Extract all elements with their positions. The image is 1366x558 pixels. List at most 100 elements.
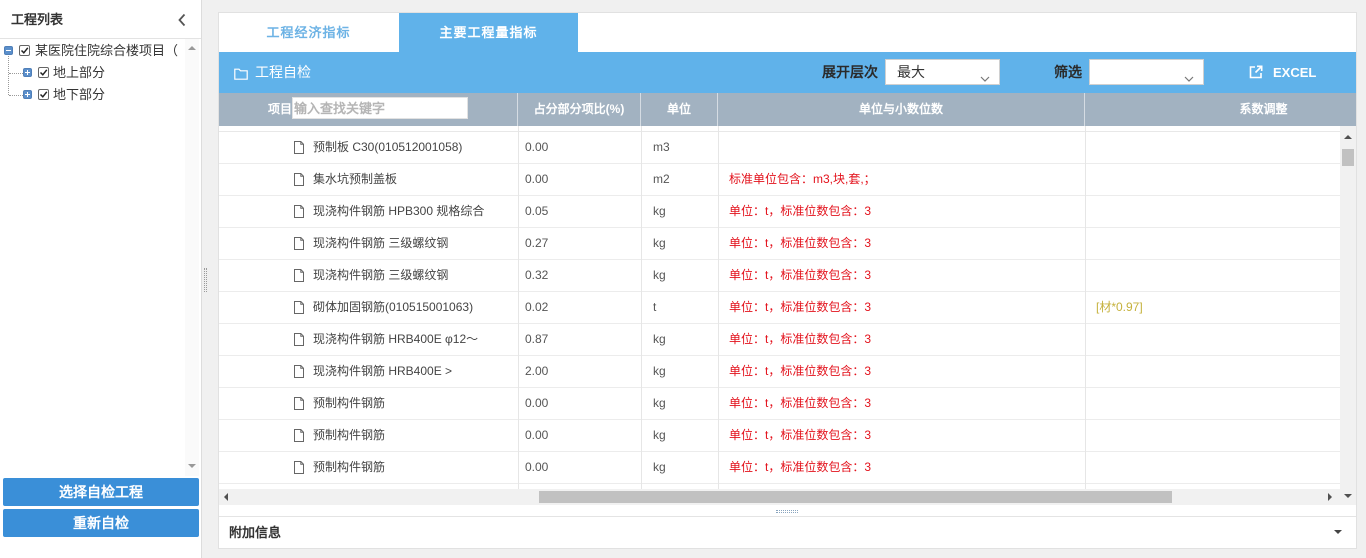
toolbar-title: 工程自检	[255, 64, 311, 80]
table-row[interactable]: 砌体加固钢筋(010515001063) 0.02 t 单位：t，标准位数包含：3 [材…	[219, 292, 1340, 324]
column-header-unit[interactable]: 单位	[641, 93, 718, 126]
row-unit: m3	[653, 140, 670, 154]
row-ratio: 0.00	[525, 396, 549, 410]
row-item-name: 现浇构件钢筋 三级螺纹钢	[313, 268, 449, 282]
tree-expand-icon[interactable]	[23, 68, 32, 77]
vertical-splitter-handle[interactable]	[204, 268, 207, 292]
table-row[interactable]: 现浇构件钢筋 HRB400E φ12～ 0.87 kg 单位：t，标准位数包含：3	[219, 324, 1340, 356]
document-icon	[293, 300, 305, 315]
project-list-panel: 工程列表 某医院住院综合楼项目（ 地上部分 地下部分 选择自检工程 重新自检	[0, 0, 202, 558]
document-icon	[293, 204, 305, 219]
column-divider	[518, 126, 519, 489]
search-input[interactable]	[292, 97, 468, 119]
filter-select[interactable]	[1089, 59, 1204, 85]
table-row[interactable]: 现浇构件钢筋 三级螺纹钢 0.32 kg 单位：t，标准位数包含：3	[219, 260, 1340, 292]
row-ratio: 0.00	[525, 140, 549, 154]
row-item-name: 现浇构件钢筋 HPB300 规格综合	[313, 204, 485, 218]
caret-down-icon[interactable]	[1334, 530, 1342, 534]
document-icon	[293, 172, 305, 187]
row-ratio: 0.27	[525, 236, 549, 250]
tree-expand-icon[interactable]	[23, 90, 32, 99]
vertical-scroll-thumb[interactable]	[1342, 149, 1354, 166]
select-project-button[interactable]: 选择自检工程	[3, 478, 199, 506]
chevron-left-icon[interactable]	[177, 13, 187, 27]
tree-connector	[9, 95, 23, 96]
row-unit: kg	[653, 364, 666, 378]
column-divider	[1085, 126, 1086, 489]
chevron-down-icon	[1184, 69, 1194, 82]
recheck-button[interactable]: 重新自检	[3, 509, 199, 537]
row-unit-check: 标准单位包含：m3,块,套,；	[729, 172, 876, 186]
row-unit-check: 单位：t，标准位数包含：3	[729, 460, 872, 474]
additional-info-panel[interactable]: 附加信息	[219, 516, 1356, 548]
scroll-down-icon[interactable]	[1344, 494, 1352, 498]
table-row[interactable]: 现浇构件钢筋 HPB300 规格综合 0.05 kg 单位：t，标准位数包含：3	[219, 196, 1340, 228]
tree-connector	[9, 73, 23, 74]
row-unit: t	[653, 300, 657, 314]
row-ratio: 0.00	[525, 428, 549, 442]
row-ratio: 0.00	[525, 172, 549, 186]
column-header-item: 项目	[219, 93, 518, 126]
row-unit: kg	[653, 428, 666, 442]
column-header-unit-decimals[interactable]: 单位与小数位数	[718, 93, 1085, 126]
table-rows: 预制板 C30(010512001058) 0.00 m3 集水坑预制盖板 0.00 m2…	[219, 126, 1340, 484]
tree-checkbox-root[interactable]	[19, 45, 30, 56]
row-item-name: 预制构件钢筋	[313, 428, 386, 442]
export-excel-button[interactable]: EXCEL	[1273, 52, 1316, 93]
tab-economic-indicators[interactable]: 工程经济指标	[219, 13, 398, 52]
additional-info-title: 附加信息	[229, 525, 282, 540]
project-list-title: 工程列表	[11, 12, 64, 27]
row-item-name: 集水坑预制盖板	[313, 172, 398, 186]
vertical-scrollbar[interactable]	[1340, 126, 1356, 505]
expand-level-value: 最大	[897, 64, 925, 80]
document-icon	[293, 428, 305, 443]
row-item-name: 砌体加固钢筋(010515001063)	[313, 300, 474, 314]
project-tree-content: 某医院住院综合楼项目（ 地上部分 地下部分	[1, 39, 185, 476]
row-ratio: 0.32	[525, 268, 549, 282]
column-header-ratio[interactable]: 占分部分项比(%)	[518, 93, 641, 126]
tree-item-underground[interactable]: 地下部分	[53, 86, 105, 104]
external-link-icon[interactable]	[1249, 65, 1263, 79]
horizontal-scrollbar[interactable]	[219, 489, 1340, 505]
scroll-up-icon[interactable]	[188, 46, 196, 50]
table-row[interactable]: 现浇构件钢筋 三级螺纹钢 0.27 kg 单位：t，标准位数包含：3	[219, 228, 1340, 260]
tree-checkbox-underground[interactable]	[38, 89, 49, 100]
scroll-left-icon[interactable]	[224, 493, 228, 501]
row-item-name: 现浇构件钢筋 HRB400E φ12～	[313, 332, 479, 346]
table-row[interactable]: 预制构件钢筋 0.00 kg 单位：t，标准位数包含：3	[219, 452, 1340, 484]
grid-header: 项目 占分部分项比(%) 单位 单位与小数位数 系数调整	[219, 93, 1356, 126]
data-grid: 项目 占分部分项比(%) 单位 单位与小数位数 系数调整 预制板 C30(010…	[219, 93, 1356, 505]
horizontal-splitter-handle[interactable]	[776, 510, 798, 513]
tree-collapse-icon[interactable]	[4, 46, 13, 55]
grid-body: 预制板 C30(010512001058) 0.00 m3 集水坑预制盖板 0.00 m2…	[219, 126, 1340, 489]
scroll-down-icon[interactable]	[188, 464, 196, 468]
table-row[interactable]: 预制构件钢筋 0.00 kg 单位：t，标准位数包含：3	[219, 420, 1340, 452]
row-item-name: 预制板 C30(010512001058)	[313, 140, 463, 154]
row-unit-check: 单位：t，标准位数包含：3	[729, 332, 872, 346]
horizontal-scroll-thumb[interactable]	[539, 491, 1172, 503]
table-row[interactable]: 现浇构件钢筋 HRB400E > 2.00 kg 单位：t，标准位数包含：3	[219, 356, 1340, 388]
row-item-name: 现浇构件钢筋 HRB400E >	[313, 364, 453, 378]
row-ratio: 0.87	[525, 332, 549, 346]
tree-scrollbar[interactable]	[185, 39, 199, 476]
column-divider	[641, 126, 642, 489]
column-header-coefficient[interactable]: 系数调整	[1085, 93, 1340, 126]
scroll-right-icon[interactable]	[1328, 493, 1332, 501]
tree-item-above-ground[interactable]: 地上部分	[53, 64, 105, 82]
row-unit: kg	[653, 332, 666, 346]
tab-quantity-indicators[interactable]: 主要工程量指标	[399, 13, 578, 52]
scroll-up-icon[interactable]	[1344, 135, 1352, 139]
row-unit-check: 单位：t，标准位数包含：3	[729, 236, 872, 250]
row-unit-check: 单位：t，标准位数包含：3	[729, 364, 872, 378]
chevron-down-icon	[980, 69, 990, 82]
table-row[interactable]: 预制板 C30(010512001058) 0.00 m3	[219, 132, 1340, 164]
document-icon	[293, 396, 305, 411]
tree-checkbox-above-ground[interactable]	[38, 67, 49, 78]
row-unit: kg	[653, 396, 666, 410]
expand-level-select[interactable]: 最大	[885, 59, 1000, 85]
table-row[interactable]: 集水坑预制盖板 0.00 m2 标准单位包含：m3,块,套,；	[219, 164, 1340, 196]
tree-item-project[interactable]: 某医院住院综合楼项目（	[35, 42, 178, 60]
document-icon	[293, 364, 305, 379]
document-icon	[293, 332, 305, 347]
table-row[interactable]: 预制构件钢筋 0.00 kg 单位：t，标准位数包含：3	[219, 388, 1340, 420]
